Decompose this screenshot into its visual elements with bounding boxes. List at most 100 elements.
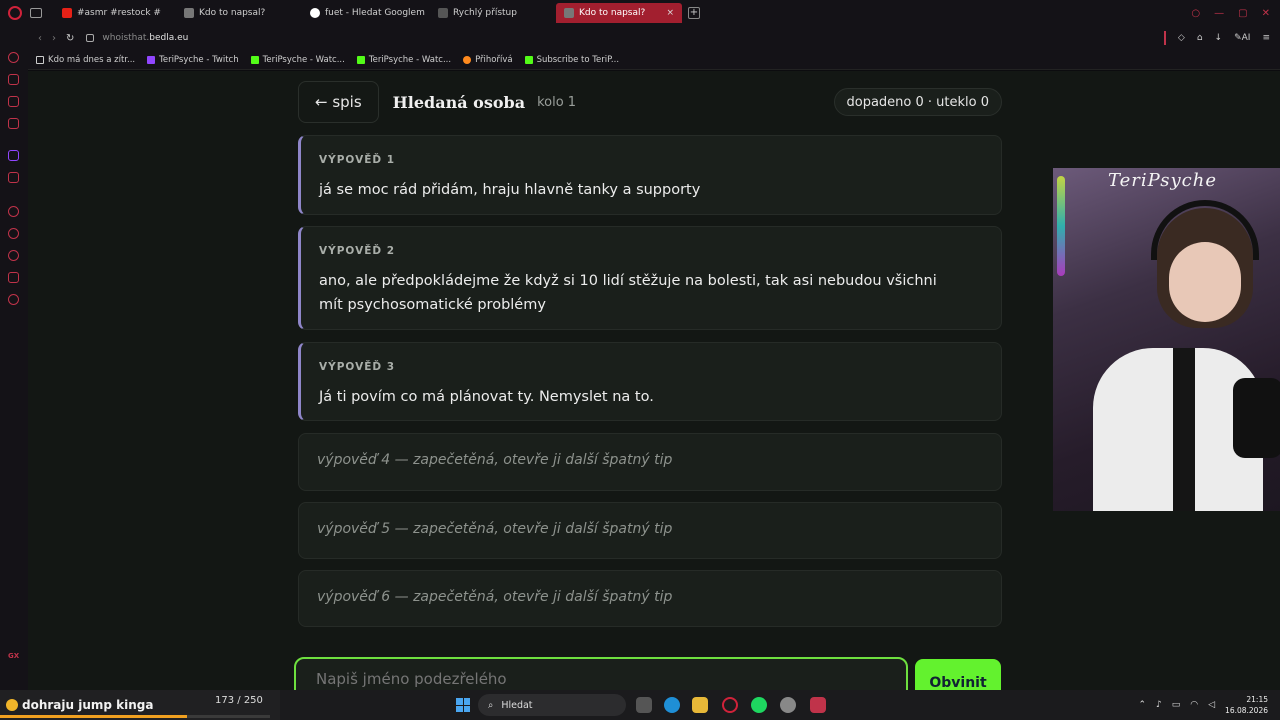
forward-nav-icon[interactable]: › <box>52 33 56 44</box>
headset-icon <box>1151 200 1259 260</box>
twitch-icon[interactable] <box>8 150 19 161</box>
youtube-icon <box>62 8 72 18</box>
spotify-icon[interactable] <box>751 697 767 713</box>
bookmark-label: TeriPsyche - Watc... <box>368 54 452 65</box>
app-icon[interactable] <box>780 697 796 713</box>
video-app-icon[interactable] <box>810 697 826 713</box>
bookmark-item[interactable]: TeriPsyche - Twitch <box>147 55 239 65</box>
edge-icon[interactable] <box>664 697 680 713</box>
heart-icon[interactable] <box>8 228 19 239</box>
tab-menu-icon[interactable] <box>30 8 42 18</box>
bookmark-item[interactable]: TeriPsyche - Watc... <box>250 55 345 65</box>
aria-icon[interactable] <box>8 52 19 63</box>
bookmark-label: Přihořívá <box>475 54 513 65</box>
file-explorer-icon[interactable] <box>692 697 708 713</box>
tab-label: Kdo to napsal? <box>579 8 646 18</box>
goal-count: 173 / 250 <box>215 695 263 706</box>
led-light <box>1057 176 1065 276</box>
tab-kdo-to-napsal[interactable]: Kdo to napsal? <box>176 3 300 23</box>
tab-google-search[interactable]: fuet - Hledat Googlem <box>302 3 428 23</box>
round-label: kolo 1 <box>537 94 577 110</box>
sealed-statement-card: výpověď 5 — zapečetěná, otevře ji další … <box>298 502 1002 559</box>
statement-label: VÝPOVĚĎ 2 <box>319 245 396 257</box>
menu-icon[interactable]: ≡ <box>1262 33 1270 43</box>
reload-icon[interactable]: ↻ <box>66 33 74 44</box>
back-to-dossier-button[interactable]: ← spis <box>298 81 379 123</box>
shirt-placket <box>1173 348 1195 511</box>
wallet-icon[interactable]: ⌂ <box>1197 33 1203 43</box>
statement-card: VÝPOVĚĎ 3 Já ti povím co má plánovat ty.… <box>298 342 1002 421</box>
system-tray: ⌃ ♪ ▭ ◠ ◁ 21:15 16.08.2026 <box>1138 690 1268 720</box>
divider <box>1163 31 1166 45</box>
task-view-icon[interactable] <box>636 697 652 713</box>
bookmark-item[interactable]: Kdo má dnes a zítr... <box>36 55 135 65</box>
detective-icon <box>564 8 574 18</box>
emoji-icon <box>6 699 18 711</box>
tab-label: Rychlý přístup <box>453 8 517 18</box>
taskbar-search[interactable]: ⌕ Hledat <box>478 694 626 716</box>
messenger-icon[interactable] <box>8 96 19 107</box>
player-icon[interactable] <box>8 206 19 217</box>
minimize-icon[interactable]: — <box>1214 8 1224 19</box>
clock[interactable]: 21:15 16.08.2026 <box>1225 694 1268 716</box>
windows-start-icon[interactable] <box>456 698 470 712</box>
ai-label: AI <box>1241 33 1251 43</box>
percent-icon[interactable] <box>8 172 19 183</box>
window-controls: ○ — ▢ ✕ <box>1191 8 1270 19</box>
clock-date: 16.08.2026 <box>1225 706 1268 715</box>
statement-label: VÝPOVĚĎ 1 <box>319 154 396 166</box>
webcam-overlay: TeriPsyche <box>1053 168 1280 511</box>
bookmark-label: Kdo má dnes a zítr... <box>48 54 136 65</box>
google-icon <box>310 8 320 18</box>
close-window-icon[interactable]: ✕ <box>1262 8 1270 19</box>
ai-button[interactable]: ✎AI <box>1234 33 1250 43</box>
opera-gx-icon[interactable] <box>722 697 738 713</box>
lock-icon <box>86 34 95 42</box>
sealed-statement-text: výpověď 5 — zapečetěná, otevře ji další … <box>317 521 673 537</box>
settings-icon[interactable] <box>8 294 19 305</box>
ai-icon: ✎ <box>1234 33 1242 43</box>
kick-icon <box>356 55 365 64</box>
microphone-tray-icon[interactable]: ♪ <box>1156 700 1162 710</box>
bookmark-label: Subscribe to TeriP... <box>536 54 620 65</box>
stream-goal-widget: dohraju jump kinga 173 / 250 <box>0 690 280 720</box>
goal-progress-bar <box>0 715 270 718</box>
gx-icon[interactable]: GX <box>8 652 19 660</box>
bookmark-item[interactable]: TeriPsyche - Watc... <box>356 54 452 65</box>
volume-icon[interactable]: ◁ <box>1208 700 1215 710</box>
sealed-statement-card: výpověď 6 — zapečetěná, otevře ji další … <box>298 570 1002 627</box>
detective-icon <box>184 8 194 18</box>
opera-logo-icon[interactable] <box>8 6 22 20</box>
statement-card: VÝPOVĚĎ 1 já se moc rád přidám, hraju hl… <box>298 135 1002 215</box>
sealed-statement-text: výpověď 6 — zapečetěná, otevře ji další … <box>317 589 673 605</box>
close-tab-icon[interactable]: × <box>666 8 674 18</box>
streamer-name: TeriPsyche <box>1108 170 1217 191</box>
shop-icon[interactable] <box>8 74 19 85</box>
wifi-icon[interactable]: ◠ <box>1190 700 1198 710</box>
network-icon[interactable]: ▭ <box>1172 700 1181 710</box>
download-icon[interactable]: ↓ <box>1215 33 1223 43</box>
tab-asmr[interactable]: #asmr #restock # <box>54 3 174 23</box>
snapshot-icon[interactable]: ◇ <box>1178 33 1185 43</box>
chevron-up-icon[interactable]: ⌃ <box>1138 700 1146 710</box>
url-host: bedla.eu <box>149 33 189 43</box>
maximize-icon[interactable]: ▢ <box>1238 8 1247 19</box>
extensions-icon[interactable] <box>8 272 19 283</box>
suspect-name-input[interactable] <box>294 657 908 690</box>
back-nav-icon[interactable]: ‹ <box>38 33 42 44</box>
search-icon: ⌕ <box>488 699 494 711</box>
clock-time: 21:15 <box>1246 695 1268 704</box>
tab-speed-dial[interactable]: Rychlý přístup <box>430 3 554 23</box>
bookmark-item[interactable]: Přihořívá <box>463 55 513 65</box>
microphone-icon <box>1233 378 1280 458</box>
history-icon[interactable] <box>8 250 19 261</box>
mail-icon[interactable] <box>8 118 19 129</box>
url-prefix: whoisthat. <box>102 33 150 43</box>
bookmark-item[interactable]: Subscribe to TeriP... <box>524 54 620 65</box>
accuse-button[interactable]: Obvinit <box>915 659 1001 690</box>
url-field[interactable]: whoisthat.bedla.eu <box>102 33 188 43</box>
statement-text: já se moc rád přidám, hraju hlavně tanky… <box>319 182 701 198</box>
tab-kdo-to-napsal-active[interactable]: Kdo to napsal? × <box>556 3 682 23</box>
search-tabs-icon[interactable]: ○ <box>1191 8 1200 19</box>
new-tab-button[interactable]: + <box>688 7 700 19</box>
